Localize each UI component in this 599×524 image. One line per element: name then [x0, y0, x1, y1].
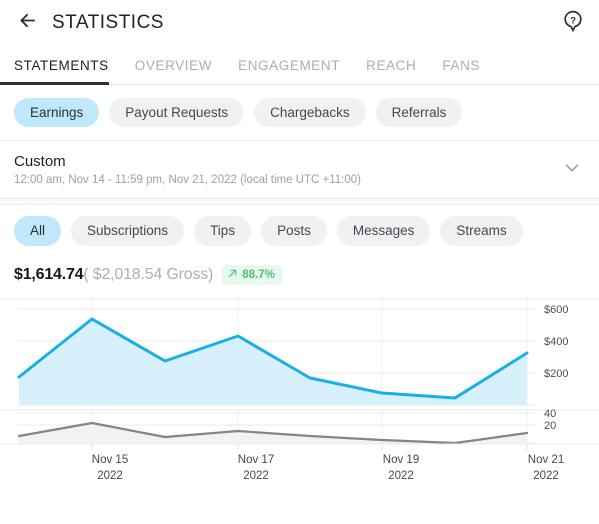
page-title: STATISTICS [52, 12, 164, 33]
tab-label: ENGAGEMENT [238, 57, 341, 73]
earnings-area [19, 319, 527, 405]
x-label-day: Nov 21 [528, 454, 564, 466]
y-tick-20: 20 [544, 420, 556, 432]
x-label-year: 2022 [243, 470, 269, 482]
x-label-year: 2022 [533, 470, 559, 482]
app-header: STATISTICS ? [0, 0, 599, 46]
date-range-selector[interactable]: Custom 12:00 am, Nov 14 - 11:59 pm, Nov … [0, 141, 599, 199]
chip-payout-requests[interactable]: Payout Requests [109, 97, 245, 128]
help-button[interactable]: ? [559, 9, 587, 37]
net-earnings-value: $1,614.74 [14, 266, 84, 283]
tab-overview[interactable]: OVERVIEW [122, 46, 225, 84]
statistics-screen: STATISTICS ? STATEMENTS OVERVIEW ENGAGEM… [0, 0, 599, 524]
main-tabs: STATEMENTS OVERVIEW ENGAGEMENT REACH FAN… [0, 46, 599, 85]
y-tick-600: $600 [544, 304, 568, 316]
chip-all[interactable]: All [14, 216, 62, 246]
tab-label: STATEMENTS [14, 57, 109, 73]
chip-chargebacks[interactable]: Chargebacks [254, 97, 366, 128]
x-axis-ticks [91, 444, 528, 450]
tab-fans[interactable]: FANS [429, 46, 493, 84]
arrow-up-right-icon [227, 268, 238, 282]
statistics-chart: $600 $400 $200 40 20 Nov 15 2022 Nov 17 … [0, 293, 599, 524]
earnings-y-axis: $600 $400 $200 [544, 304, 568, 380]
tab-reach[interactable]: REACH [353, 46, 429, 84]
transactions-series [17, 421, 529, 445]
back-button[interactable] [12, 8, 42, 38]
date-range-text: Custom 12:00 am, Nov 14 - 11:59 pm, Nov … [14, 153, 361, 186]
tab-engagement[interactable]: ENGAGEMENT [225, 46, 353, 84]
tab-statements[interactable]: STATEMENTS [0, 46, 122, 85]
x-label-day: Nov 19 [383, 454, 419, 466]
chip-streams[interactable]: Streams [440, 216, 523, 246]
date-range-title: Custom [14, 153, 66, 170]
y-tick-40: 40 [544, 408, 556, 420]
chip-earnings[interactable]: Earnings [14, 97, 100, 128]
chip-tips[interactable]: Tips [194, 216, 252, 246]
chip-referrals[interactable]: Referrals [375, 97, 463, 128]
tab-label: REACH [366, 57, 417, 73]
statement-type-filter: Earnings Payout Requests Chargebacks Ref… [0, 85, 599, 141]
tab-label: FANS [442, 57, 481, 73]
chip-messages[interactable]: Messages [336, 216, 431, 246]
x-label-day: Nov 17 [238, 454, 274, 466]
chevron-down-icon[interactable] [561, 156, 583, 183]
x-label-year: 2022 [388, 470, 414, 482]
trend-badge: 88.7% [222, 265, 282, 285]
y-tick-400: $400 [544, 336, 568, 348]
date-range-subtitle: 12:00 am, Nov 14 - 11:59 pm, Nov 21, 202… [14, 174, 361, 186]
earnings-series [17, 317, 529, 405]
x-label-day: Nov 15 [92, 454, 128, 466]
earnings-summary: $1,614.74 ( $2,018.54 Gross) 88.7% [0, 257, 599, 293]
trend-value: 88.7% [242, 269, 275, 281]
x-axis-labels: Nov 15 2022 Nov 17 2022 Nov 19 2022 Nov … [92, 454, 564, 482]
chip-posts[interactable]: Posts [261, 216, 327, 246]
arrow-left-icon [17, 10, 38, 36]
svg-text:?: ? [570, 15, 576, 26]
chip-subscriptions[interactable]: Subscriptions [71, 216, 185, 246]
gross-earnings-value: ( $2,018.54 Gross) [83, 266, 214, 283]
x-label-year: 2022 [97, 470, 123, 482]
help-question-icon: ? [561, 9, 585, 38]
transactions-y-axis: 40 20 [544, 408, 556, 432]
category-filter: All Subscriptions Tips Posts Messages St… [0, 205, 599, 257]
tab-label: OVERVIEW [134, 57, 213, 73]
y-tick-200: $200 [544, 368, 568, 380]
chart-canvas[interactable]: $600 $400 $200 40 20 Nov 15 2022 Nov 17 … [0, 293, 599, 493]
